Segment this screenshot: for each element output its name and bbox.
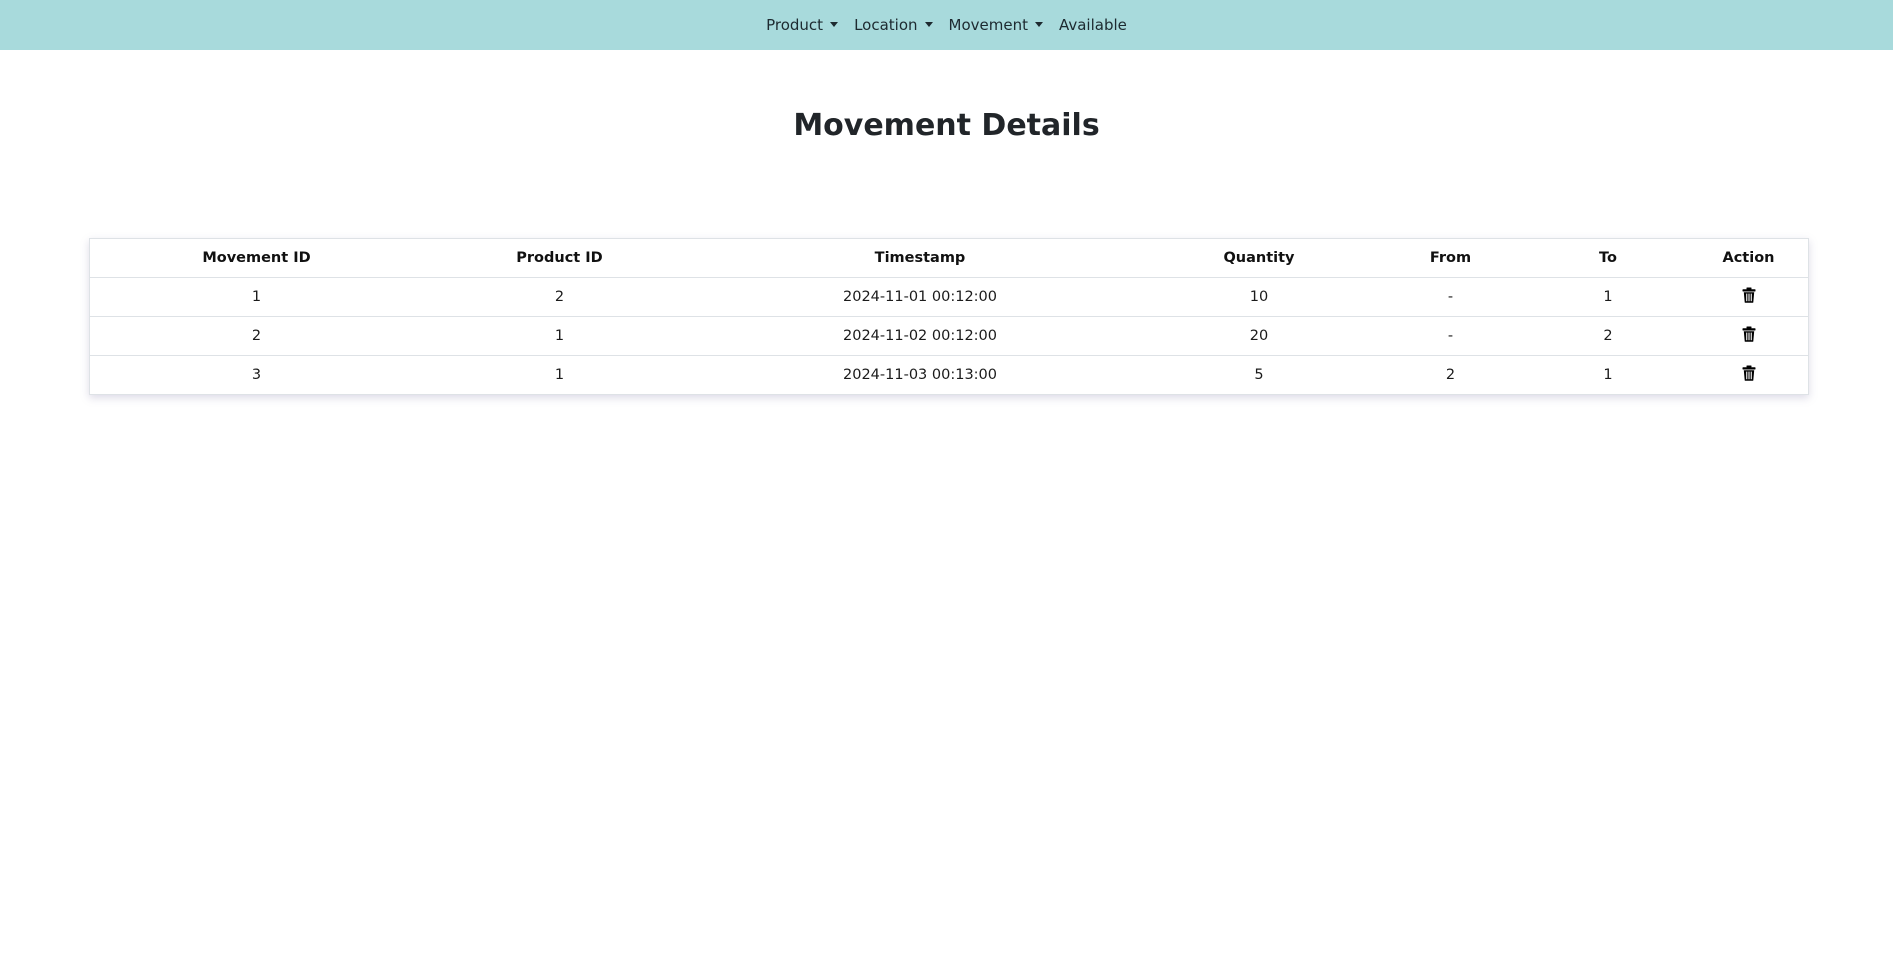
cell-movement-id: 2 xyxy=(90,316,423,356)
cell-product-id: 1 xyxy=(423,316,696,356)
nav-item-movement[interactable]: Movement xyxy=(941,0,1051,50)
trash-icon[interactable] xyxy=(1742,365,1756,385)
cell-action xyxy=(1689,277,1808,317)
page-title: Movement Details xyxy=(793,108,1100,143)
cell-action xyxy=(1689,316,1808,356)
column-header-action: Action xyxy=(1689,239,1808,278)
cell-to: 1 xyxy=(1603,367,1613,383)
table-row: 2 1 2024-11-02 00:12:00 20 - 2 xyxy=(90,316,1808,356)
cell-from: - xyxy=(1374,316,1527,356)
nav-item-product[interactable]: Product xyxy=(758,0,846,50)
cell-movement-id: 3 xyxy=(251,367,262,383)
table-header-row: Movement ID Product ID Timestamp Quantit… xyxy=(90,239,1808,278)
cell-timestamp: 2024-11-02 00:12:00 xyxy=(696,316,1144,356)
nav-item-available[interactable]: Available xyxy=(1051,0,1135,50)
cell-product-id: 1 xyxy=(554,367,565,383)
nav-item-location[interactable]: Location xyxy=(846,0,940,50)
column-header-timestamp: Timestamp xyxy=(696,239,1144,278)
cell-quantity: 20 xyxy=(1144,316,1374,356)
trash-icon[interactable] xyxy=(1742,287,1756,307)
nav-item-label: Movement xyxy=(948,16,1028,34)
movement-table: Movement ID Product ID Timestamp Quantit… xyxy=(90,239,1808,394)
cell-from: - xyxy=(1374,277,1527,317)
cell-timestamp: 2024-11-03 00:13:00 xyxy=(843,367,997,383)
cell-to: 1 xyxy=(1527,277,1689,317)
cell-product-id: 2 xyxy=(423,277,696,317)
chevron-down-icon xyxy=(830,21,839,27)
cell-quantity: 10 xyxy=(1144,277,1374,317)
nav-item-label: Available xyxy=(1058,16,1127,34)
cell-to: 2 xyxy=(1527,316,1689,356)
column-header-quantity: Quantity xyxy=(1144,239,1374,278)
cell-from: 2 xyxy=(1445,367,1456,383)
column-header-to: To xyxy=(1527,239,1689,278)
column-header-product-id: Product ID xyxy=(423,239,696,278)
chevron-down-icon xyxy=(1034,21,1043,27)
cell-action xyxy=(1689,356,1808,395)
trash-icon[interactable] xyxy=(1742,326,1756,346)
chevron-down-icon xyxy=(924,21,933,27)
table-row: 3 1 2024-11-03 00:13:00 5 2 1 xyxy=(90,356,1808,395)
column-header-from: From xyxy=(1374,239,1527,278)
movement-table-card: Movement ID Product ID Timestamp Quantit… xyxy=(89,238,1809,395)
top-navbar: Product Location Movement Available xyxy=(0,0,1893,50)
nav-item-label: Product xyxy=(766,16,824,34)
table-row: 1 2 2024-11-01 00:12:00 10 - 1 xyxy=(90,277,1808,317)
column-header-movement-id: Movement ID xyxy=(90,239,423,278)
nav-menu: Product Location Movement Available xyxy=(758,0,1135,50)
cell-timestamp: 2024-11-01 00:12:00 xyxy=(696,277,1144,317)
nav-item-label: Location xyxy=(854,16,918,34)
cell-movement-id: 1 xyxy=(90,277,423,317)
cell-quantity: 5 xyxy=(1254,367,1264,383)
